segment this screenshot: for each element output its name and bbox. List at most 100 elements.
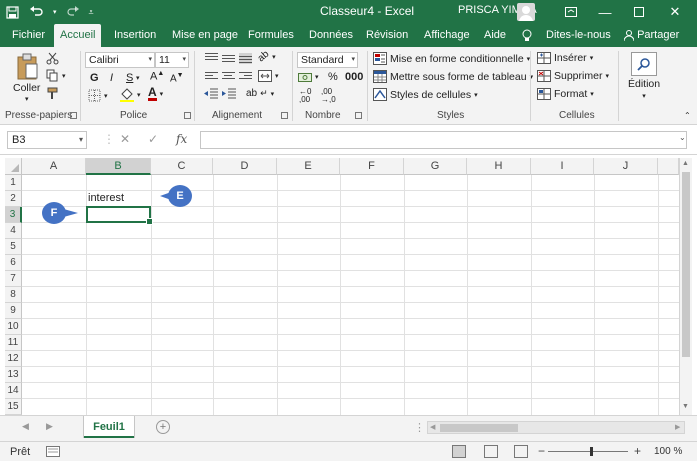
row-header[interactable]: 6 bbox=[5, 255, 22, 271]
paste-button[interactable]: Coller ▾ bbox=[13, 53, 40, 103]
select-all-button[interactable] bbox=[5, 158, 22, 175]
font-size-select[interactable]: 11 ▾ bbox=[155, 52, 189, 68]
align-right-icon[interactable] bbox=[239, 72, 252, 83]
tab-formules[interactable]: Formules bbox=[242, 24, 300, 47]
column-header[interactable]: A bbox=[22, 158, 86, 175]
name-box[interactable]: B3 ▾ bbox=[7, 131, 87, 149]
column-header[interactable]: E bbox=[277, 158, 340, 175]
cell-b2[interactable]: interest bbox=[88, 192, 124, 204]
underline-button[interactable]: S bbox=[126, 72, 133, 84]
row-header[interactable]: 14 bbox=[5, 383, 22, 399]
zoom-slider-thumb[interactable] bbox=[590, 447, 593, 456]
comma-style-button[interactable]: 000 bbox=[345, 71, 363, 83]
number-format-select[interactable]: Standard ▾ bbox=[297, 52, 358, 68]
tab-insertion[interactable]: Insertion bbox=[108, 24, 162, 47]
spreadsheet-grid[interactable]: A B C D E F G H I J 1 2 3 4 5 6 7 8 9 10… bbox=[0, 155, 697, 415]
accounting-format-icon[interactable]: ▾ bbox=[298, 71, 319, 83]
alignment-launcher-icon[interactable] bbox=[281, 112, 288, 119]
tab-split-handle-icon[interactable]: ⋮ bbox=[414, 421, 425, 434]
row-header[interactable]: 12 bbox=[5, 351, 22, 367]
cancel-icon[interactable]: ✕ bbox=[120, 132, 130, 146]
tab-affichage[interactable]: Affichage bbox=[418, 24, 476, 47]
tab-fichier[interactable]: Fichier bbox=[6, 24, 51, 47]
undo-dropdown-icon[interactable]: ▾ bbox=[53, 8, 57, 16]
scroll-down-icon[interactable]: ▼ bbox=[682, 403, 689, 410]
macro-recording-icon[interactable] bbox=[46, 446, 60, 460]
column-header[interactable]: C bbox=[151, 158, 213, 175]
lightbulb-icon[interactable] bbox=[520, 24, 538, 47]
customize-quick-access-icon[interactable]: ⩡ bbox=[89, 7, 94, 18]
zoom-in-icon[interactable]: + bbox=[634, 444, 641, 458]
zoom-level[interactable]: 100 % bbox=[654, 446, 682, 457]
vertical-scrollbar[interactable]: ▲ ▼ bbox=[679, 158, 692, 415]
zoom-slider[interactable] bbox=[548, 451, 628, 452]
scroll-up-icon[interactable]: ▲ bbox=[682, 160, 689, 167]
tab-accueil[interactable]: Accueil bbox=[54, 24, 102, 47]
collapse-ribbon-icon[interactable]: ⌃ bbox=[684, 111, 691, 120]
decrease-font-icon[interactable]: A▼ bbox=[170, 72, 184, 84]
tab-mise-en-page[interactable]: Mise en page bbox=[166, 24, 244, 47]
font-color-icon[interactable]: A ▾ bbox=[148, 86, 163, 101]
horizontal-scrollbar[interactable]: ◀ ▶ bbox=[427, 421, 685, 434]
column-header-partial[interactable] bbox=[658, 158, 679, 175]
save-icon[interactable] bbox=[6, 5, 19, 19]
decrease-indent-icon[interactable] bbox=[204, 88, 218, 100]
copy-icon[interactable]: ▾ bbox=[46, 69, 66, 82]
wrap-text-icon[interactable]: ab ↵ ▾ bbox=[246, 88, 274, 99]
expand-formula-bar-icon[interactable]: ⌄ bbox=[679, 133, 686, 142]
column-header[interactable]: G bbox=[404, 158, 467, 175]
row-header[interactable]: 4 bbox=[5, 223, 22, 239]
column-header[interactable]: J bbox=[594, 158, 658, 175]
sheet-tab-active[interactable]: Feuil1 bbox=[84, 416, 134, 438]
increase-font-icon[interactable]: A▲ bbox=[150, 70, 164, 83]
underline-dropdown-icon[interactable]: ▾ bbox=[136, 74, 140, 82]
row-header[interactable]: 8 bbox=[5, 287, 22, 303]
previous-sheet-icon[interactable]: ◀ bbox=[22, 421, 29, 432]
row-header[interactable]: 11 bbox=[5, 335, 22, 351]
align-middle-icon[interactable] bbox=[222, 55, 235, 66]
format-painter-icon[interactable] bbox=[46, 87, 59, 100]
align-top-icon[interactable] bbox=[205, 53, 218, 64]
row-header[interactable]: 1 bbox=[5, 175, 22, 191]
normal-view-icon[interactable] bbox=[452, 445, 466, 458]
clipboard-launcher-icon[interactable] bbox=[70, 112, 77, 119]
row-header-selected[interactable]: 3 bbox=[5, 207, 22, 223]
formula-input[interactable] bbox=[200, 131, 687, 149]
orientation-icon[interactable]: ab ▾ bbox=[256, 49, 276, 65]
format-as-table-button[interactable]: Mettre sous forme de tableau ▾ bbox=[373, 70, 533, 83]
conditional-formatting-button[interactable]: Mise en forme conditionnelle ▾ bbox=[373, 52, 530, 65]
row-header[interactable]: 10 bbox=[5, 319, 22, 335]
bold-button[interactable]: G bbox=[90, 72, 99, 84]
row-header[interactable]: 13 bbox=[5, 367, 22, 383]
undo-icon[interactable] bbox=[29, 6, 43, 18]
scroll-left-icon[interactable]: ◀ bbox=[430, 423, 435, 431]
column-header[interactable]: H bbox=[467, 158, 531, 175]
decrease-decimal-button[interactable]: ,00 →,0 bbox=[321, 88, 336, 104]
scroll-right-icon[interactable]: ▶ bbox=[675, 423, 680, 431]
row-header[interactable]: 7 bbox=[5, 271, 22, 287]
tab-revision[interactable]: Révision bbox=[360, 24, 414, 47]
column-header[interactable]: F bbox=[340, 158, 404, 175]
align-left-icon[interactable] bbox=[205, 72, 218, 83]
row-header[interactable]: 9 bbox=[5, 303, 22, 319]
avatar[interactable] bbox=[517, 3, 535, 21]
page-break-view-icon[interactable] bbox=[514, 445, 528, 458]
cut-icon[interactable] bbox=[46, 52, 59, 65]
enter-icon[interactable]: ✓ bbox=[148, 132, 158, 146]
ribbon-display-options-icon[interactable] bbox=[554, 0, 588, 24]
percent-button[interactable]: % bbox=[328, 71, 338, 83]
next-sheet-icon[interactable]: ▶ bbox=[46, 421, 53, 432]
font-launcher-icon[interactable] bbox=[184, 112, 191, 119]
scrollbar-thumb[interactable] bbox=[682, 172, 690, 357]
scrollbar-thumb[interactable] bbox=[440, 424, 518, 432]
format-cells-button[interactable]: Format ▾ bbox=[537, 88, 594, 100]
zoom-out-icon[interactable]: − bbox=[538, 444, 545, 458]
increase-indent-icon[interactable] bbox=[222, 88, 236, 100]
align-bottom-icon[interactable] bbox=[239, 53, 252, 64]
maximize-button[interactable] bbox=[622, 0, 656, 24]
column-header-selected[interactable]: B bbox=[86, 158, 151, 175]
insert-function-icon[interactable]: fx bbox=[176, 132, 187, 146]
fill-color-icon[interactable]: ▾ bbox=[120, 88, 141, 102]
page-layout-view-icon[interactable] bbox=[484, 445, 498, 458]
close-button[interactable]: ✕ bbox=[658, 0, 692, 24]
